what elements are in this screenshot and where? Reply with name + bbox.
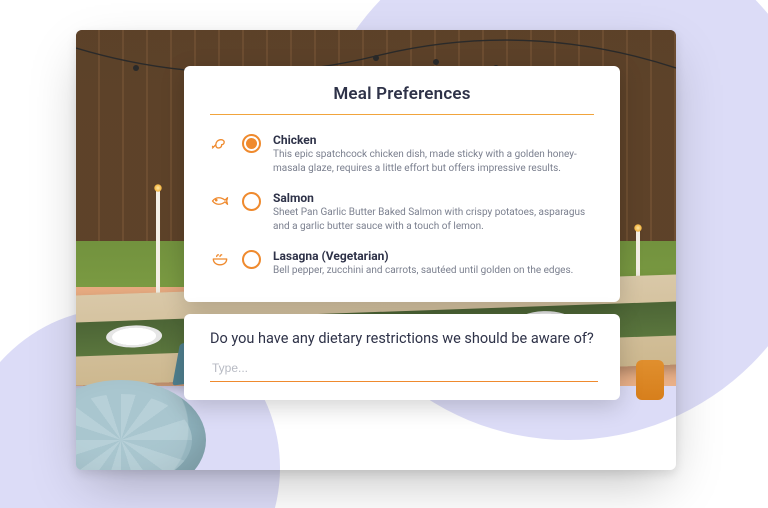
- meal-desc: Sheet Pan Garlic Butter Baked Salmon wit…: [273, 206, 594, 233]
- meal-radio-chicken[interactable]: [242, 134, 261, 153]
- meal-radio-salmon[interactable]: [242, 192, 261, 211]
- fish-icon: [210, 191, 230, 211]
- dietary-input[interactable]: [210, 357, 598, 382]
- canvas: Meal Preferences Chicken This epic spatc…: [0, 0, 768, 508]
- card-title: Meal Preferences: [210, 84, 594, 104]
- meal-name: Lasagna (Vegetarian): [273, 249, 594, 263]
- bowl-icon: [210, 249, 230, 269]
- meal-option-salmon[interactable]: Salmon Sheet Pan Garlic Butter Baked Sal…: [210, 185, 594, 243]
- meal-desc: This epic spatchcock chicken dish, made …: [273, 148, 594, 175]
- meal-option-chicken[interactable]: Chicken This epic spatchcock chicken dis…: [210, 127, 594, 185]
- dietary-question: Do you have any dietary restrictions we …: [210, 330, 594, 347]
- chicken-icon: [210, 133, 230, 153]
- decorative-glass: [636, 360, 664, 400]
- divider: [210, 114, 594, 115]
- decorative-candle: [156, 190, 160, 300]
- meal-radio-lasagna[interactable]: [242, 250, 261, 269]
- meal-name: Chicken: [273, 133, 594, 147]
- app-frame: Meal Preferences Chicken This epic spatc…: [76, 30, 676, 470]
- meal-name: Salmon: [273, 191, 594, 205]
- meal-option-lasagna[interactable]: Lasagna (Vegetarian) Bell pepper, zucchi…: [210, 243, 594, 288]
- meal-desc: Bell pepper, zucchini and carrots, sauté…: [273, 264, 594, 278]
- meal-preferences-card: Meal Preferences Chicken This epic spatc…: [184, 66, 620, 302]
- dietary-card: Do you have any dietary restrictions we …: [184, 314, 620, 400]
